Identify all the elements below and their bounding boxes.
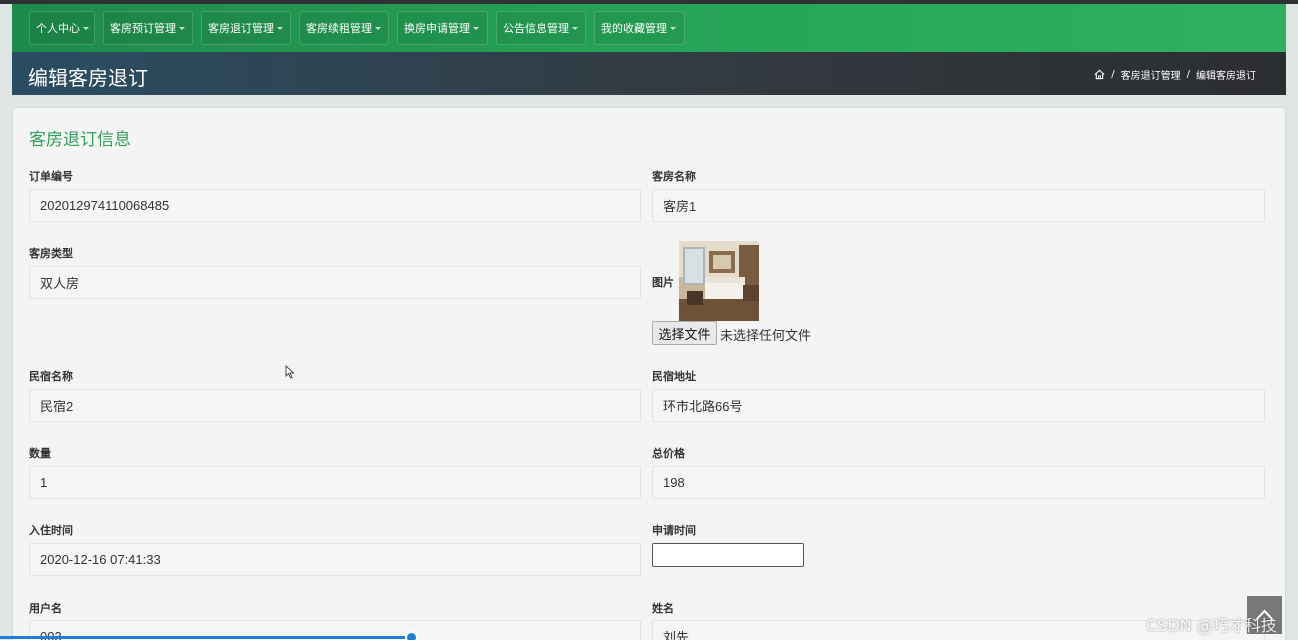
- top-navbar: 个人中心 客房预订管理 客房退订管理 客房续租管理 换房申请管理 公告信息管理 …: [12, 4, 1286, 52]
- room-type-label: 客房类型: [29, 247, 73, 260]
- breadcrumb-separator: /: [1111, 69, 1115, 80]
- order-no-label: 订单编号: [29, 170, 73, 183]
- homestay-address-label: 民宿地址: [652, 370, 696, 383]
- breadcrumb-separator: /: [1186, 69, 1190, 80]
- quantity-label: 数量: [29, 447, 51, 460]
- nav-label: 个人中心: [36, 22, 80, 35]
- nav-label: 客房退订管理: [208, 22, 274, 35]
- breadcrumb-item-room-cancel[interactable]: 客房退订管理: [1121, 67, 1181, 82]
- progress-handle[interactable]: [405, 631, 418, 640]
- page-header: 编辑客房退订 / 客房退订管理 / 编辑客房退订: [12, 52, 1286, 95]
- chevron-down-icon: [572, 26, 578, 30]
- total-price-field[interactable]: 198: [652, 466, 1265, 499]
- total-price-label: 总价格: [652, 447, 685, 460]
- username-label: 用户名: [29, 602, 62, 615]
- room-name-field[interactable]: 客房1: [652, 189, 1265, 222]
- nav-label: 客房预订管理: [110, 22, 176, 35]
- order-no-field[interactable]: 202012974110068485: [29, 189, 641, 222]
- homestay-name-label: 民宿名称: [29, 370, 73, 383]
- homestay-address-field[interactable]: 环市北路66号: [652, 389, 1265, 422]
- room-photo: [679, 241, 759, 321]
- file-status-text: 未选择任何文件: [720, 329, 812, 344]
- nav-room-cancel[interactable]: 客房退订管理: [201, 11, 291, 45]
- section-title: 客房退订信息: [29, 130, 131, 150]
- nav-label: 我的收藏管理: [601, 22, 667, 35]
- nav-room-change[interactable]: 换房申请管理: [397, 11, 488, 45]
- nav-favorites[interactable]: 我的收藏管理: [594, 11, 685, 45]
- checkin-time-field[interactable]: 2020-12-16 07:41:33: [29, 543, 641, 576]
- room-name-label: 客房名称: [652, 170, 696, 183]
- breadcrumb-item-current: 编辑客房退订: [1196, 71, 1256, 82]
- chevron-down-icon: [179, 26, 185, 30]
- quantity-field[interactable]: 1: [29, 466, 641, 499]
- chevron-down-icon: [670, 26, 676, 30]
- nav-personal-center[interactable]: 个人中心: [29, 11, 95, 45]
- breadcrumb: / 客房退订管理 / 编辑客房退订: [1094, 67, 1256, 82]
- nav-room-renewal[interactable]: 客房续租管理: [299, 11, 389, 45]
- room-type-field[interactable]: 双人房: [29, 266, 641, 299]
- page-title: 编辑客房退订: [28, 66, 148, 90]
- home-icon[interactable]: [1094, 69, 1105, 80]
- mouse-cursor-icon: [285, 365, 295, 379]
- nav-label: 换房申请管理: [404, 22, 470, 35]
- nav-room-booking[interactable]: 客房预订管理: [103, 11, 193, 45]
- watermark: CSDN @巧才科技: [1146, 616, 1277, 635]
- checkin-time-label: 入住时间: [29, 524, 73, 537]
- image-label: 图片: [652, 276, 674, 289]
- nav-announcement[interactable]: 公告信息管理: [496, 11, 586, 45]
- real-name-label: 姓名: [652, 602, 674, 615]
- nav-label: 客房续租管理: [306, 22, 372, 35]
- nav-label: 公告信息管理: [503, 22, 569, 35]
- chevron-down-icon: [277, 26, 283, 30]
- homestay-name-field[interactable]: 民宿2: [29, 389, 641, 422]
- chevron-down-icon: [375, 26, 381, 30]
- progress-bar[interactable]: [0, 636, 412, 639]
- apply-time-label: 申请时间: [652, 524, 696, 537]
- apply-time-input[interactable]: [652, 543, 804, 567]
- room-image-preview: [679, 241, 759, 321]
- chevron-down-icon: [83, 26, 89, 30]
- choose-file-button[interactable]: 选择文件: [652, 321, 717, 345]
- form-card: 客房退订信息 订单编号 202012974110068485 客房名称 客房1 …: [13, 108, 1285, 640]
- chevron-down-icon: [473, 26, 479, 30]
